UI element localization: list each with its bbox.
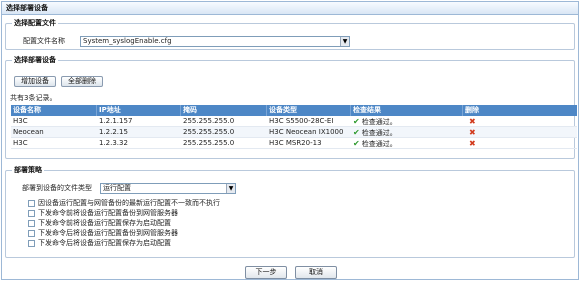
col-mask: 掩码	[181, 105, 267, 116]
table-header: 设备名称 IP地址 掩码 设备类型 检查结果 删除	[11, 105, 577, 116]
row-check-result: ✔ 检查通过。	[351, 116, 397, 127]
option-label: 下发命令前将设备运行配置备份到网管服务器	[38, 209, 178, 217]
chevron-down-icon[interactable]: ▼	[340, 37, 349, 46]
table-row: Neocean 1.2.2.15 255.255.255.0 H3C Neoce…	[11, 127, 577, 138]
row-delete-button[interactable]: ✖	[467, 138, 476, 149]
row-check-result: ✔ 检查通过。	[351, 127, 397, 138]
col-ip: IP地址	[97, 105, 181, 116]
option-checkbox[interactable]	[28, 210, 35, 217]
row-device-name: Neocean	[13, 128, 44, 136]
col-delete: 删除	[465, 106, 479, 114]
option-label: 下发命令后将设备运行配置保存为启动配置	[38, 239, 171, 247]
file-type-value: 运行配置	[103, 184, 131, 192]
check-icon: ✔	[353, 117, 360, 126]
delete-x-icon[interactable]: ✖	[469, 117, 476, 126]
col-device-type: 设备类型	[267, 105, 351, 116]
table-row: H3C 1.2.3.32 255.255.255.0 H3C MSR20-13 …	[11, 138, 577, 149]
delete-x-icon[interactable]: ✖	[469, 139, 476, 148]
option-label: 下发命令前将设备运行配置保存为启动配置	[38, 219, 171, 227]
config-file-legend: 选择配置文件	[14, 19, 56, 27]
file-type-select[interactable]: 运行配置 ▼	[100, 183, 236, 194]
row-mask: 255.255.255.0	[183, 139, 235, 147]
row-check-result-text: 检查通过。	[361, 140, 397, 148]
config-file-section: 选择配置文件 配置文件名称 System_syslogEnable.cfg ▼	[5, 19, 575, 50]
row-device-name: H3C	[13, 117, 28, 125]
row-delete-button[interactable]: ✖	[467, 127, 476, 138]
delete-all-button[interactable]: 全部删除	[61, 76, 103, 87]
delete-x-icon[interactable]: ✖	[469, 128, 476, 137]
option-checkbox[interactable]	[28, 230, 35, 237]
row-device-type: H3C S5500-28C-EI	[269, 117, 334, 125]
device-legend: 选择部署设备	[14, 56, 56, 64]
add-device-button[interactable]: 增加设备	[14, 76, 56, 87]
config-file-label: 配置文件名称	[23, 37, 65, 45]
chevron-down-icon[interactable]: ▼	[226, 184, 235, 193]
row-check-result-text: 检查通过。	[361, 118, 397, 126]
row-device-type: H3C MSR20-13	[269, 139, 322, 147]
check-icon: ✔	[353, 128, 360, 137]
option-checkbox[interactable]	[28, 240, 35, 247]
row-check-result: ✔ 检查通过。	[351, 138, 397, 149]
cancel-button[interactable]: 取消	[295, 266, 337, 279]
row-ip: 1.2.3.32	[99, 139, 128, 147]
col-device-name: 设备名称	[11, 105, 97, 116]
next-button[interactable]: 下一步	[245, 266, 287, 279]
row-ip: 1.2.1.157	[99, 117, 133, 125]
table-row: H3C 1.2.1.157 255.255.255.0 H3C S5500-28…	[11, 116, 577, 127]
config-file-value: System_syslogEnable.cfg	[83, 37, 172, 45]
strategy-legend: 部署策略	[14, 166, 42, 174]
config-file-select[interactable]: System_syslogEnable.cfg ▼	[80, 36, 350, 47]
row-ip: 1.2.2.15	[99, 128, 128, 136]
row-device-name: H3C	[13, 139, 28, 147]
option-checkbox[interactable]	[28, 220, 35, 227]
wizard-window: 选择部署设备 选择配置文件 配置文件名称 System_syslogEnable…	[1, 1, 579, 280]
file-type-label: 部署到设备的文件类型	[22, 184, 92, 192]
device-section: 选择部署设备 增加设备 全部删除 共有3条记录。 设备名称 IP地址 掩码 设备…	[5, 56, 577, 159]
option-checkbox[interactable]	[28, 200, 35, 207]
record-count: 共有3条记录。	[10, 94, 57, 102]
row-device-type: H3C Neocean IX1000	[269, 128, 344, 136]
row-mask: 255.255.255.0	[183, 128, 235, 136]
window-title: 选择部署设备	[2, 2, 578, 15]
row-mask: 255.255.255.0	[183, 117, 235, 125]
option-label: 下发命令后将设备运行配置备份到网管服务器	[38, 229, 178, 237]
check-icon: ✔	[353, 139, 360, 148]
row-delete-button[interactable]: ✖	[467, 116, 476, 127]
col-check-result: 检查结果	[351, 105, 463, 116]
option-label: 因设备运行配置与网管备份的最新运行配置不一致而不执行	[38, 199, 220, 207]
row-check-result-text: 检查通过。	[361, 129, 397, 137]
strategy-section: 部署策略 部署到设备的文件类型 运行配置 ▼ 因设备运行配置与网管备份的最新运行…	[5, 166, 575, 258]
